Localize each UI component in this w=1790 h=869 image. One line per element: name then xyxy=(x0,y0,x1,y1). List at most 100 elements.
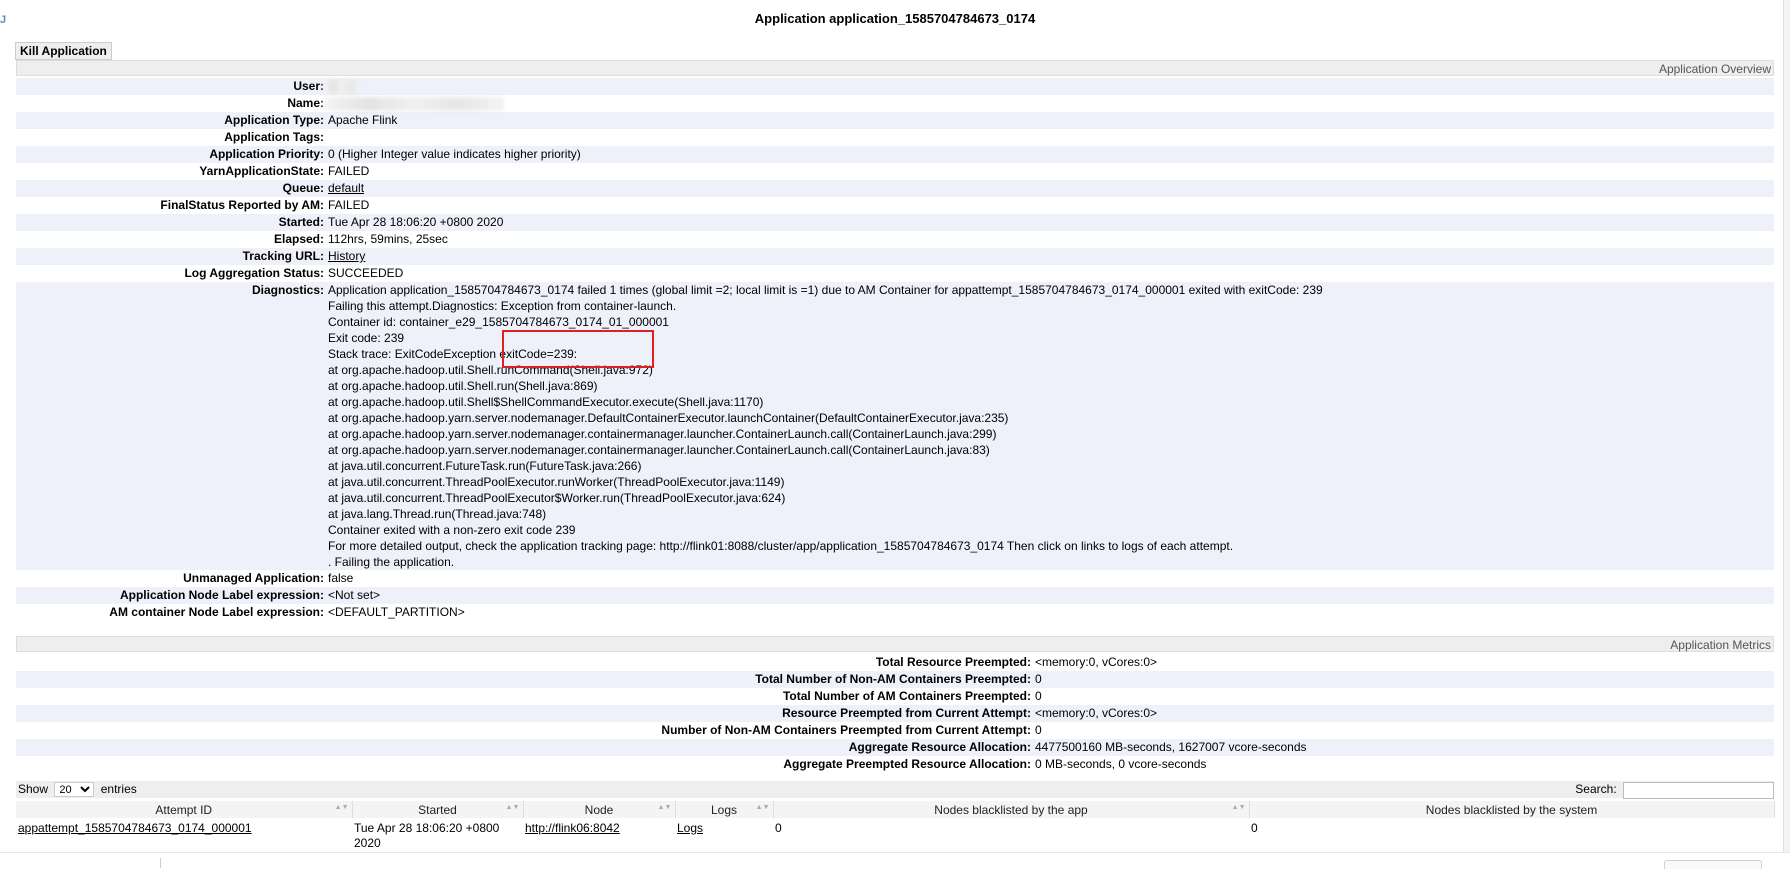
yarn-state-label: YarnApplicationState: xyxy=(199,164,324,178)
diagnostics-value: Application application_1585704784673_01… xyxy=(328,282,1774,570)
blacklisted-app-count: 0 xyxy=(775,821,782,835)
application-overview-header: Application Overview xyxy=(16,60,1774,76)
metrics-row: Aggregate Preempted Resource Allocation:… xyxy=(16,756,1774,773)
sort-arrows-icon: ▲▼ xyxy=(1231,804,1246,811)
column-header-node[interactable]: Node ▲▼ xyxy=(523,801,676,818)
diagnostics-line: Application application_1585704784673_01… xyxy=(328,283,1323,297)
diagnostics-line: Container id: container_e29_158570478467… xyxy=(328,315,669,329)
application-metrics-header: Application Metrics xyxy=(16,636,1774,652)
metric-value: <memory:0, vCores:0> xyxy=(1035,655,1158,669)
search-control: Search: xyxy=(1575,781,1774,799)
queue-label: Queue: xyxy=(16,180,328,197)
overview-row-unmanaged: Unmanaged Application: false xyxy=(16,570,1774,587)
kill-application-button[interactable]: Kill Application xyxy=(15,42,112,60)
horizontal-scroll-area xyxy=(0,852,1790,869)
diagnostics-line: at org.apache.hadoop.util.Shell.run(Shel… xyxy=(328,379,598,393)
user-value xyxy=(324,78,1774,95)
overview-row-log-aggregation: Log Aggregation Status: SUCCEEDED xyxy=(16,265,1774,282)
metric-value: 0 MB-seconds, 0 vcore-seconds xyxy=(1035,757,1207,771)
sort-arrows-icon: ▲▼ xyxy=(334,804,349,811)
metrics-row: Total Number of AM Containers Preempted:… xyxy=(16,688,1774,705)
application-tags-label: Application Tags: xyxy=(224,130,324,144)
application-type-label: Application Type: xyxy=(16,112,328,129)
metric-value: 0 xyxy=(1035,689,1042,703)
diagnostics-line: at java.util.concurrent.FutureTask.run(F… xyxy=(328,459,642,473)
column-header-blacklisted-system[interactable]: Nodes blacklisted by the system xyxy=(1249,801,1775,818)
metrics-row: Total Resource Preempted: <memory:0, vCo… xyxy=(16,654,1774,671)
sort-arrows-icon: ▲▼ xyxy=(657,804,672,811)
elapsed-value: 112hrs, 59mins, 25sec xyxy=(328,232,448,246)
final-status-value: FAILED xyxy=(328,198,370,212)
metric-value: <memory:0, vCores:0> xyxy=(1035,705,1774,722)
metric-label: Resource Preempted from Current Attempt: xyxy=(16,705,1035,722)
overview-row-state: YarnApplicationState: FAILED xyxy=(16,163,1774,180)
search-input[interactable] xyxy=(1623,782,1774,799)
node-label-expression-label: Application Node Label expression: xyxy=(16,587,328,604)
application-tags-value xyxy=(328,129,1774,146)
metrics-row: Resource Preempted from Current Attempt:… xyxy=(16,705,1774,722)
page-size-control: Show 20 entries xyxy=(18,781,137,798)
metric-value: 4477500160 MB-seconds, 1627007 vcore-sec… xyxy=(1035,739,1774,756)
diagnostics-line: at java.util.concurrent.ThreadPoolExecut… xyxy=(328,475,785,489)
logs-link[interactable]: Logs xyxy=(677,821,703,835)
node-link[interactable]: http://flink06:8042 xyxy=(525,821,620,835)
metric-label: Aggregate Preempted Resource Allocation: xyxy=(783,757,1031,771)
metric-label: Total Resource Preempted: xyxy=(875,655,1031,669)
column-header-started[interactable]: Started ▲▼ xyxy=(352,801,524,818)
final-status-label: FinalStatus Reported by AM: xyxy=(160,198,324,212)
page-title: Application application_1585704784673_01… xyxy=(754,11,1036,26)
diagnostics-line: For more detailed output, check the appl… xyxy=(328,539,1234,553)
diagnostics-label: Diagnostics: xyxy=(16,282,328,570)
application-metrics-table: Total Resource Preempted: <memory:0, vCo… xyxy=(16,654,1774,773)
column-header-logs[interactable]: Logs ▲▼ xyxy=(675,801,774,818)
column-header-blacklisted-app[interactable]: Nodes blacklisted by the app ▲▼ xyxy=(773,801,1250,818)
overview-row-queue: Queue: default xyxy=(16,180,1774,197)
vertical-scrollbar[interactable] xyxy=(1783,0,1790,852)
name-label: Name: xyxy=(287,96,324,110)
redacted-name xyxy=(324,96,504,111)
unmanaged-value: false xyxy=(328,571,354,585)
log-aggregation-label: Log Aggregation Status: xyxy=(184,266,324,280)
diagnostics-line: Failing this attempt.Diagnostics: Except… xyxy=(328,299,677,313)
overview-row-started: Started: Tue Apr 28 18:06:20 +0800 2020 xyxy=(16,214,1774,231)
node-label-expression-value: <Not set> xyxy=(328,587,1774,604)
diagnostics-line: at java.util.concurrent.ThreadPoolExecut… xyxy=(328,491,786,505)
sort-arrows-icon: ▲▼ xyxy=(505,804,520,811)
metrics-row: Number of Non-AM Containers Preempted fr… xyxy=(16,722,1774,739)
diagnostics-line: at org.apache.hadoop.yarn.server.nodeman… xyxy=(328,427,997,441)
metrics-row: Aggregate Resource Allocation: 447750016… xyxy=(16,739,1774,756)
application-priority-value: 0 (Higher Integer value indicates higher… xyxy=(328,146,1774,163)
queue-link[interactable]: default xyxy=(328,181,364,195)
unmanaged-label: Unmanaged Application: xyxy=(183,571,324,585)
overview-row-type: Application Type: Apache Flink xyxy=(16,112,1774,129)
column-header-attempt-id[interactable]: Attempt ID ▲▼ xyxy=(16,801,353,818)
diagnostics-line: at org.apache.hadoop.yarn.server.nodeman… xyxy=(328,443,990,457)
overview-row-priority: Application Priority: 0 (Higher Integer … xyxy=(16,146,1774,163)
attempts-table-toolbar: Show 20 entries Search: xyxy=(16,781,1774,799)
entries-label: entries xyxy=(100,782,137,796)
application-priority-label: Application Priority: xyxy=(16,146,328,163)
diagnostics-line: at java.lang.Thread.run(Thread.java:748) xyxy=(328,507,547,521)
overview-row-final-status: FinalStatus Reported by AM: FAILED xyxy=(16,197,1774,214)
page-size-select[interactable]: 20 xyxy=(54,782,95,797)
overview-row-diagnostics: Diagnostics: Application application_158… xyxy=(16,282,1774,570)
tracking-url-link[interactable]: History xyxy=(328,249,365,263)
sort-arrows-icon: ▲▼ xyxy=(755,804,770,811)
metric-value: 0 xyxy=(1035,671,1774,688)
overview-row-tracking-url: Tracking URL: History xyxy=(16,248,1774,265)
attempts-table: Attempt ID ▲▼ Started ▲▼ Node ▲▼ Logs ▲▼ Nod… xyxy=(16,801,1775,854)
show-label: Show xyxy=(18,782,49,796)
diagnostics-line: at org.apache.hadoop.util.Shell$ShellCom… xyxy=(328,395,764,409)
attempt-started: Tue Apr 28 18:06:20 +0800 2020 xyxy=(354,821,500,850)
search-label: Search: xyxy=(1575,782,1617,796)
metric-label: Aggregate Resource Allocation: xyxy=(16,739,1035,756)
overview-row-node-label: Application Node Label expression: <Not … xyxy=(16,587,1774,604)
overview-row-elapsed: Elapsed: 112hrs, 59mins, 25sec xyxy=(16,231,1774,248)
application-type-value: Apache Flink xyxy=(328,112,1774,129)
tracking-url-label: Tracking URL: xyxy=(16,248,328,265)
overview-row-name: Name: xyxy=(16,95,1774,112)
metric-value: 0 xyxy=(1035,723,1042,737)
divider xyxy=(160,858,161,868)
diagnostics-line: . Failing the application. xyxy=(328,555,455,569)
attempt-id-link[interactable]: appattempt_1585704784673_0174_000001 xyxy=(18,821,252,835)
